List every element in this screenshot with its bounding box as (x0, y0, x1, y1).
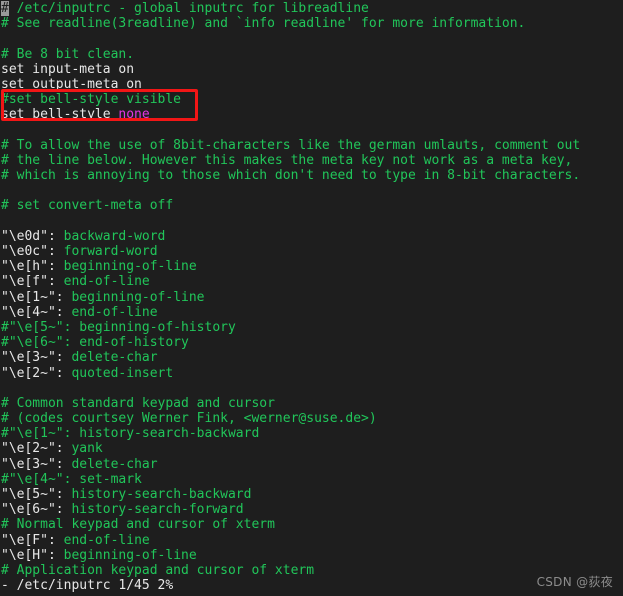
terminal-segment: history-search-forward (63, 502, 244, 518)
terminal-line: # (codes courtsey Werner Fink, <werner@s… (1, 411, 623, 426)
terminal-segment: end-of-line (55, 274, 150, 290)
terminal-line: "\e[f": end-of-line (1, 274, 623, 289)
terminal-segment: set output-meta on (1, 76, 142, 92)
terminal-segment: "\e[h": (1, 259, 56, 275)
terminal-line: set input-meta on (1, 62, 623, 77)
terminal-segment: /etc/inputrc - global inputrc for librea… (8, 1, 369, 16)
terminal-line: #"\e[6~": end-of-history (1, 335, 623, 350)
terminal-segment: # the line below. However this makes the… (1, 152, 573, 168)
terminal-line: # set convert-meta off (1, 198, 623, 213)
terminal-line: # /etc/inputrc - global inputrc for libr… (1, 1, 623, 16)
terminal-segment: "\e[2~": (1, 441, 64, 457)
terminal-line: # Application keypad and cursor of xterm (1, 563, 623, 578)
terminal-segment: beginning-of-line (55, 547, 197, 563)
terminal-line: # Normal keypad and cursor of xterm (1, 517, 623, 532)
terminal-segment: "\e[H": (1, 547, 56, 563)
terminal-window[interactable]: # /etc/inputrc - global inputrc for libr… (0, 0, 623, 596)
terminal-segment: delete-char (63, 456, 158, 472)
terminal-segment: "\e[3~": (1, 350, 64, 366)
terminal-segment: - /etc/inputrc 1/45 2% (1, 578, 174, 594)
terminal-segment: forward-word (55, 244, 158, 259)
terminal-line: "\e0c": forward-word (1, 244, 623, 259)
terminal-segment: "\e[5~": (1, 487, 64, 502)
terminal-segment: "\e[4~": (1, 304, 64, 320)
terminal-segment: none (118, 107, 150, 123)
terminal-line: "\e[H": beginning-of-line (1, 548, 623, 563)
terminal-segment: # See readline(3readline) and `info read… (1, 16, 526, 32)
terminal-line: # Be 8 bit clean. (1, 47, 623, 62)
terminal-segment: set bell-style (1, 107, 119, 123)
terminal-line: # which is annoying to those which don't… (1, 168, 623, 183)
terminal-line: #"\e[1~": history-search-backward (1, 426, 623, 441)
terminal-segment: backward-word (55, 228, 166, 244)
terminal-segment: # Application keypad and cursor of xterm (1, 562, 315, 578)
terminal-line: "\e[5~": history-search-backward (1, 487, 623, 502)
terminal-segment: #"\e[4~": set-mark (1, 471, 142, 487)
terminal-segment: set input-meta on (1, 61, 135, 77)
terminal-segment: "\e[1~": (1, 289, 64, 305)
terminal-line: #"\e[4~": set-mark (1, 472, 623, 487)
terminal-segment: # set convert-meta off (1, 198, 174, 214)
terminal-segment: delete-char (63, 350, 158, 366)
terminal-line: "\e0d": backward-word (1, 229, 623, 244)
terminal-line: set output-meta on (1, 77, 623, 92)
terminal-line: "\e[3~": delete-char (1, 350, 623, 365)
terminal-line: # To allow the use of 8bit-characters li… (1, 138, 623, 153)
terminal-segment: # Common standard keypad and cursor (1, 395, 275, 411)
terminal-segment: # (codes courtsey Werner Fink, <werner@s… (1, 411, 377, 427)
terminal-segment: end-of-line (63, 304, 158, 320)
terminal-segment: "\e[f": (1, 274, 56, 290)
terminal-line: "\e[6~": history-search-forward (1, 502, 623, 517)
terminal-line: "\e[F": end-of-line (1, 533, 623, 548)
terminal-segment: yank (63, 441, 103, 457)
terminal-segment: history-search-backward (63, 487, 252, 502)
terminal-line: #"\e[5~": beginning-of-history (1, 320, 623, 335)
terminal-segment: "\e[2~": (1, 365, 64, 381)
terminal-segment: #"\e[5~": beginning-of-history (1, 319, 236, 335)
terminal-segment: beginning-of-line (55, 259, 197, 275)
terminal-line: "\e[2~": quoted-insert (1, 366, 623, 381)
terminal-cursor-block: # (1, 1, 9, 16)
terminal-segment: "\e0d": (1, 228, 56, 244)
terminal-line: # the line below. However this makes the… (1, 153, 623, 168)
terminal-line: "\e[1~": beginning-of-line (1, 290, 623, 305)
terminal-segment: "\e0c": (1, 244, 56, 259)
terminal-line: # Common standard keypad and cursor (1, 396, 623, 411)
terminal-segment: quoted-insert (63, 365, 174, 381)
terminal-line: "\e[2~": yank (1, 441, 623, 456)
terminal-segment: #"\e[1~": history-search-backward (1, 426, 260, 442)
terminal-segment: beginning-of-line (63, 289, 205, 305)
terminal-segment: # Normal keypad and cursor of xterm (1, 517, 275, 533)
terminal-line: #set bell-style visible (1, 92, 623, 107)
terminal-text-buffer[interactable]: # /etc/inputrc - global inputrc for libr… (0, 0, 623, 593)
terminal-segment: end-of-line (55, 532, 150, 548)
terminal-segment: "\e[6~": (1, 502, 64, 518)
terminal-segment: # Be 8 bit clean. (1, 46, 135, 62)
terminal-line: "\e[h": beginning-of-line (1, 259, 623, 274)
terminal-line: - /etc/inputrc 1/45 2% (1, 578, 623, 593)
terminal-segment: # which is annoying to those which don't… (1, 168, 581, 184)
terminal-segment: "\e[3~": (1, 456, 64, 472)
terminal-line: set bell-style none (1, 107, 623, 122)
terminal-line: "\e[4~": end-of-line (1, 305, 623, 320)
csdn-watermark: CSDN @荻夜 (536, 574, 613, 589)
terminal-segment: #set bell-style visible (1, 92, 182, 108)
terminal-segment: #"\e[6~": end-of-history (1, 335, 189, 351)
terminal-line: # See readline(3readline) and `info read… (1, 16, 623, 31)
terminal-segment: "\e[F": (1, 532, 56, 548)
terminal-segment: # To allow the use of 8bit-characters li… (1, 137, 581, 153)
terminal-line: "\e[3~": delete-char (1, 457, 623, 472)
